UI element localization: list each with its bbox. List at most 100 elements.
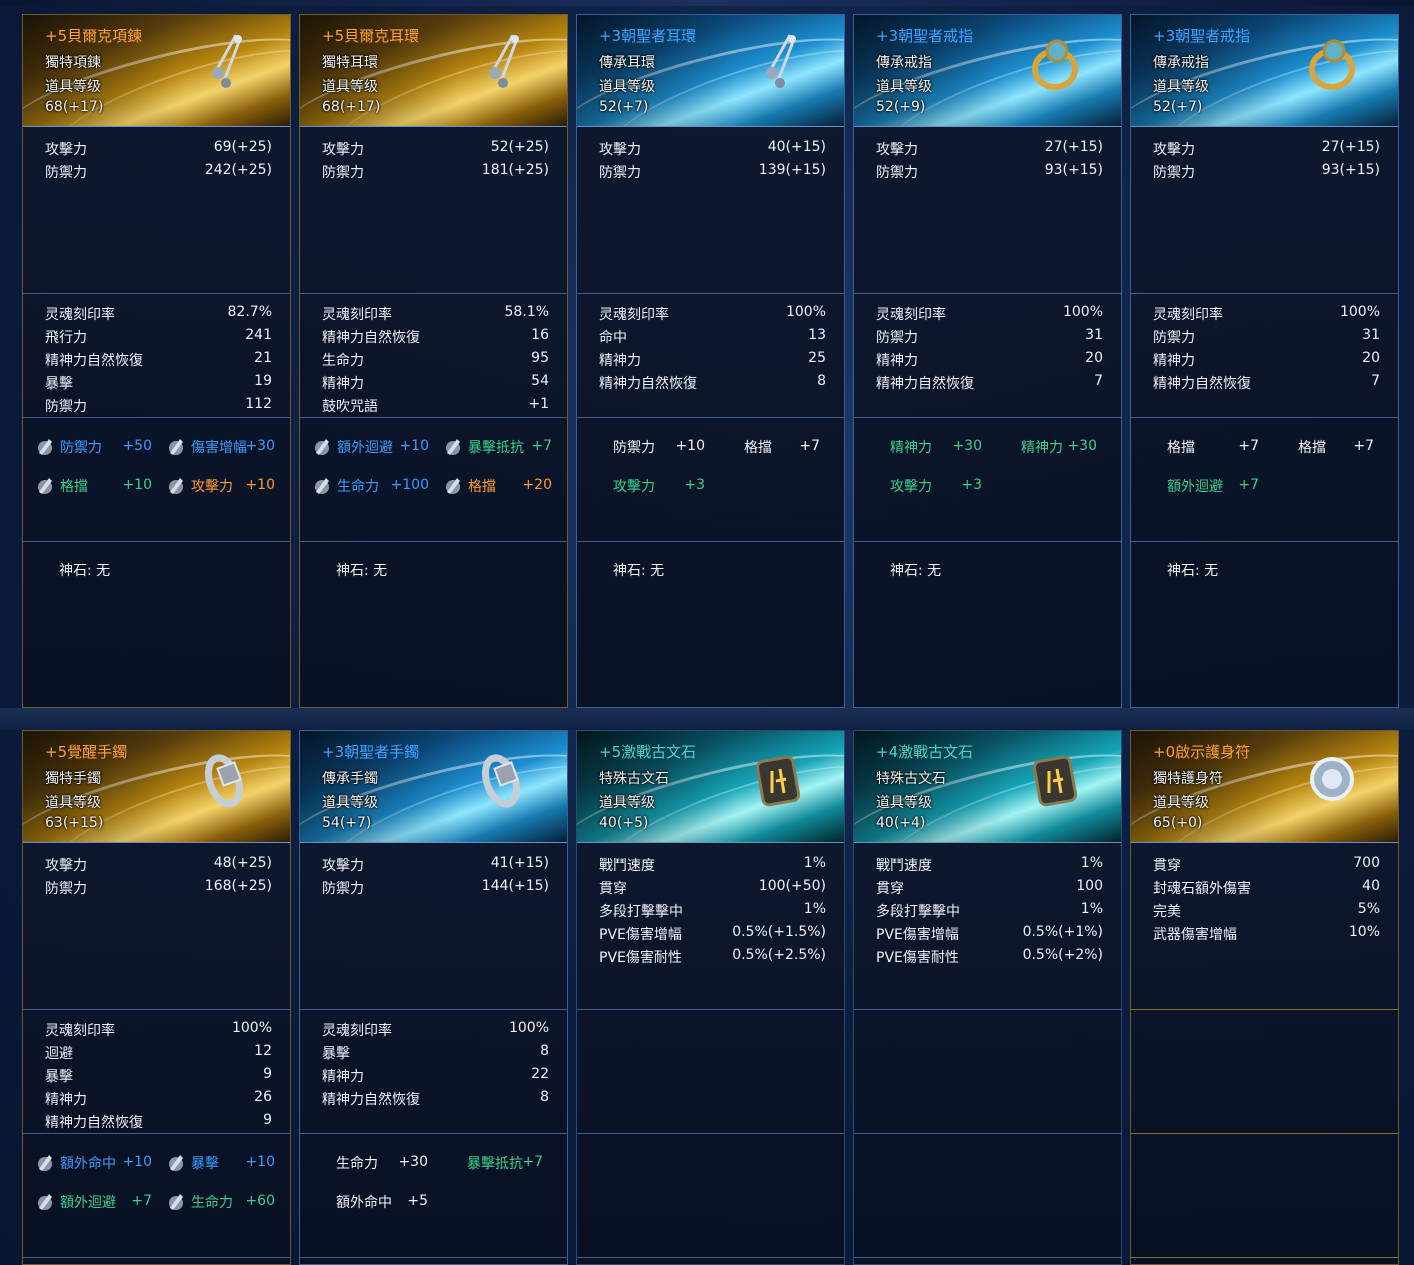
- stat-row: 攻擊力 48(+25): [45, 855, 272, 875]
- base-stats: 戰鬥速度 1% 貫穿 100 多段打擊擊中 1% PVE傷害增幅 0.5%(+1%) PVE傷害…: [854, 843, 1121, 1009]
- stat-value: 54: [531, 373, 549, 389]
- stat-row: 貫穿 100(+50): [599, 878, 826, 898]
- engrave-entry: 額外迴避 +7: [35, 1191, 152, 1213]
- item-type: 傳承戒指: [1153, 55, 1209, 71]
- stat-name: 灵魂刻印率: [45, 307, 115, 323]
- item-card[interactable]: +5覺醒手鐲 獨特手鐲 道具等级 63(+15) 攻擊力 48(+25) 防禦力 168(+2…: [22, 730, 291, 1265]
- engrave-name: 生命力: [191, 1195, 233, 1211]
- engrave-value: +60: [245, 1193, 275, 1209]
- item-level-label: 道具等级: [876, 795, 932, 811]
- engrave-name: 額外迴避: [337, 440, 393, 456]
- stat-value: 242(+25): [204, 162, 272, 178]
- base-stats: 攻擊力 52(+25) 防禦力 181(+25): [300, 127, 567, 293]
- item-title: +5激戰古文石: [599, 743, 697, 761]
- engrave-stats: [1131, 1133, 1398, 1257]
- stat-value: 241: [245, 327, 272, 343]
- engrave-value: +7: [522, 1154, 543, 1170]
- item-title: +5覺醒手鐲: [45, 743, 128, 761]
- stat-row: 精神力自然恢復 8: [322, 1089, 549, 1109]
- item-level: 40(+4): [876, 815, 926, 831]
- engrave-value: +30: [952, 438, 982, 454]
- engrave-name: 額外迴避: [60, 1195, 116, 1211]
- engrave-value: +10: [122, 1154, 152, 1170]
- runestone-icon: [755, 755, 801, 807]
- god-stone-section: [300, 1257, 567, 1264]
- stat-value: 41(+15): [490, 855, 549, 871]
- engrave-value: +10: [399, 438, 429, 454]
- stat-name: 完美: [1153, 904, 1181, 920]
- engrave-name: 生命力: [337, 479, 379, 495]
- stat-name: 攻擊力: [1153, 142, 1195, 158]
- stat-name: 灵魂刻印率: [1153, 307, 1223, 323]
- engrave-orb-icon: [169, 478, 183, 494]
- base-stats: 攻擊力 48(+25) 防禦力 168(+25): [23, 843, 290, 1009]
- stat-name: 飛行力: [45, 330, 87, 346]
- stat-row: 攻擊力 27(+15): [1153, 139, 1380, 159]
- engrave-stats: 防禦力 +10 格擋 +7 攻擊力 +3: [577, 417, 844, 541]
- stat-name: PVE傷害耐性: [599, 950, 682, 966]
- stat-row: PVE傷害耐性 0.5%(+2.5%): [599, 947, 826, 967]
- stat-row: 多段打擊擊中 1%: [599, 901, 826, 921]
- engrave-name: 精神力: [1021, 440, 1063, 456]
- stat-name: 防禦力: [876, 165, 918, 181]
- engrave-stats: [854, 1133, 1121, 1257]
- item-card[interactable]: +3朝聖者戒指 傳承戒指 道具等级 52(+7) 攻擊力 27(+15) 防禦力 93(+15…: [1130, 14, 1399, 708]
- engrave-entry: 額外命中 +10: [35, 1152, 152, 1174]
- stat-name: 戰鬥速度: [599, 858, 655, 874]
- item-card[interactable]: +3朝聖者手鐲 傳承手鐲 道具等级 54(+7) 攻擊力 41(+15) 防禦力 144(+1…: [299, 730, 568, 1265]
- engrave-orb-icon: [446, 439, 460, 455]
- engrave-stats: [577, 1133, 844, 1257]
- item-card[interactable]: +5貝爾克耳環 獨特耳環 道具等级 68(+17) 攻擊力 52(+25) 防禦力 181(+…: [299, 14, 568, 708]
- stat-row: 防禦力 31: [1153, 327, 1380, 347]
- stat-name: 精神力: [876, 353, 918, 369]
- engrave-value: +30: [398, 1154, 428, 1170]
- item-card[interactable]: +0啟示護身符 獨特護身符 道具等级 65(+0) 貫穿 700 封魂石額外傷害 40 完美 5%…: [1130, 730, 1399, 1265]
- engrave-name: 暴擊: [191, 1156, 219, 1172]
- engrave-name: 額外命中: [60, 1156, 116, 1172]
- engrave-name: 暴擊抵抗: [468, 440, 524, 456]
- engrave-entry: 額外迴避 +7: [1167, 475, 1259, 497]
- item-level-label: 道具等级: [1153, 795, 1209, 811]
- stat-name: 防禦力: [322, 881, 364, 897]
- engrave-entry: 防禦力 +50: [35, 436, 152, 458]
- item-level: 63(+15): [45, 815, 104, 831]
- stat-value: 10%: [1348, 924, 1380, 940]
- item-card[interactable]: +3朝聖者戒指 傳承戒指 道具等级 52(+9) 攻擊力 27(+15) 防禦力 93(+15…: [853, 14, 1122, 708]
- stat-row: 命中 13: [599, 327, 826, 347]
- stat-value: 16: [531, 327, 549, 343]
- item-header: +4激戰古文石 特殊古文石 道具等级 40(+4): [854, 731, 1121, 843]
- stat-value: 21: [254, 350, 272, 366]
- stat-value: 100%: [508, 1020, 549, 1036]
- item-level: 68(+17): [322, 99, 381, 115]
- engrave-orb-icon: [38, 1194, 52, 1210]
- runestone-icon: [1032, 755, 1078, 807]
- stat-name: 精神力自然恢復: [1153, 376, 1251, 392]
- engrave-stats: 格擋 +7 格擋 +7 額外迴避 +7: [1131, 417, 1398, 541]
- engrave-entry: 格擋 +20: [443, 475, 552, 497]
- engrave-entry: 傷害增幅 +30: [166, 436, 275, 458]
- stat-row: 防禦力 93(+15): [1153, 162, 1380, 182]
- soul-stats: 灵魂刻印率 100% 迴避 12 暴擊 9 精神力 26 精神力自然恢復 9: [23, 1009, 290, 1133]
- item-level-label: 道具等级: [322, 79, 378, 95]
- item-card[interactable]: +5激戰古文石 特殊古文石 道具等级 40(+5) 戰鬥速度 1% 貫穿 100(+50) 多段…: [576, 730, 845, 1265]
- item-level-label: 道具等级: [45, 79, 101, 95]
- base-stats: 攻擊力 69(+25) 防禦力 242(+25): [23, 127, 290, 293]
- item-card[interactable]: +5貝爾克項鍊 獨特項鍊 道具等级 68(+17) 攻擊力 69(+25) 防禦力 242(+…: [22, 14, 291, 708]
- stat-value: 8: [540, 1089, 549, 1105]
- soul-stats: 灵魂刻印率 100% 防禦力 31 精神力 20 精神力自然恢復 7: [1131, 293, 1398, 417]
- stat-name: PVE傷害增幅: [599, 927, 682, 943]
- stat-row: 攻擊力 52(+25): [322, 139, 549, 159]
- stat-value: 27(+15): [1044, 139, 1103, 155]
- item-card[interactable]: +4激戰古文石 特殊古文石 道具等级 40(+4) 戰鬥速度 1% 貫穿 100 多段打擊擊中 1…: [853, 730, 1122, 1265]
- god-stone-label: 神石: 无: [336, 563, 388, 579]
- stat-row: 防禦力 144(+15): [322, 878, 549, 898]
- stat-name: 暴擊: [45, 1069, 73, 1085]
- stat-value: 13: [808, 327, 826, 343]
- engrave-value: +7: [1238, 438, 1259, 454]
- stat-row: 貫穿 700: [1153, 855, 1380, 875]
- stat-value: 40(+15): [767, 139, 826, 155]
- item-type: 獨特護身符: [1153, 771, 1223, 787]
- stat-value: 100%: [785, 304, 826, 320]
- item-card[interactable]: +3朝聖者耳環 傳承耳環 道具等级 52(+7) 攻擊力 40(+15) 防禦力 139(+1…: [576, 14, 845, 708]
- item-type: 獨特項鍊: [45, 55, 101, 71]
